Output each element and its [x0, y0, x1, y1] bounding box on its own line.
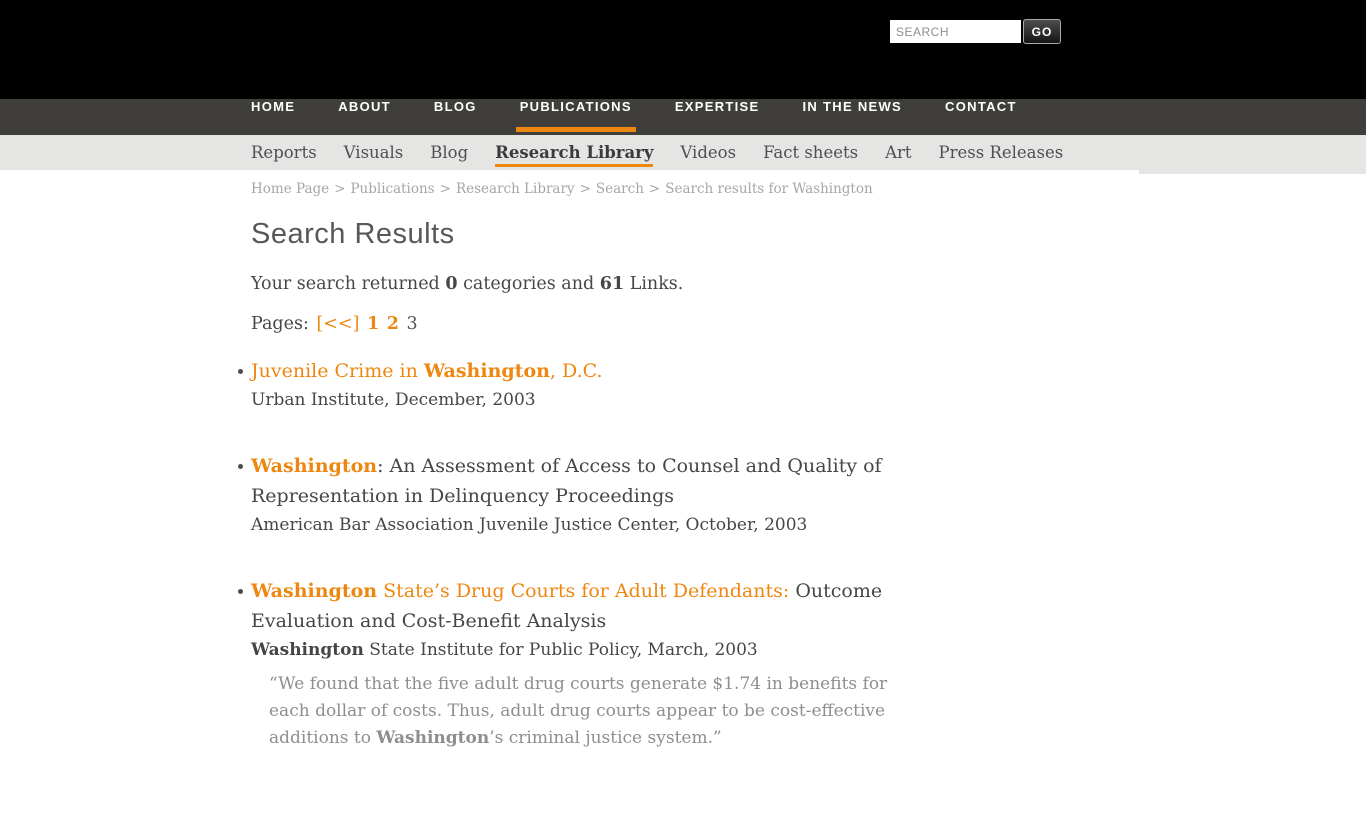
sub-nav: Reports Visuals Blog Research Library Vi… — [0, 135, 1366, 170]
results-list: Juvenile Crime in Washington, D.C. Urban… — [238, 356, 1115, 752]
subnav-item-visuals[interactable]: Visuals — [344, 135, 404, 170]
result-3-quote-match: Washington — [376, 728, 490, 748]
result-3-title: Washington State’s Drug Courts for Adult… — [251, 576, 891, 636]
pagination-label: Pages: — [251, 314, 309, 334]
nav-item-in-the-news[interactable]: IN THE NEWS — [803, 99, 903, 135]
bullet-icon — [238, 369, 243, 374]
result-1-title-post: , D.C. — [549, 360, 603, 382]
result-1-title-match: Washington — [423, 360, 550, 382]
result-2-title-link[interactable]: Washington — [251, 455, 377, 477]
bullet-icon — [238, 464, 243, 469]
categories-count: 0 — [445, 274, 458, 294]
breadcrumb-link-publications[interactable]: Publications — [350, 181, 434, 197]
result-3-source: Washington State Institute for Public Po… — [251, 636, 901, 665]
top-header: GO — [0, 0, 1366, 99]
summary-prefix: Your search returned — [251, 274, 446, 294]
site-search: GO — [890, 19, 1061, 44]
main-nav: HOME ABOUT BLOG PUBLICATIONS EXPERTISE I… — [0, 99, 1366, 135]
breadcrumb-current: Search results for Washington — [665, 181, 873, 197]
result-3-quote-post: ’s criminal justice system.” — [489, 728, 722, 748]
result-3-title-match: Washington — [251, 580, 378, 602]
bullet-icon — [238, 589, 243, 594]
subnav-item-fact-sheets[interactable]: Fact sheets — [763, 135, 858, 170]
breadcrumb-link-search[interactable]: Search — [596, 181, 644, 197]
result-2-source-text: American Bar Association Juvenile Justic… — [251, 515, 808, 535]
nav-item-about[interactable]: ABOUT — [338, 99, 391, 135]
result-1-title-pre: Juvenile Crime in — [251, 360, 424, 382]
search-go-button[interactable]: GO — [1023, 19, 1061, 44]
nav-item-contact[interactable]: CONTACT — [945, 99, 1017, 135]
subnav-item-blog[interactable]: Blog — [430, 135, 468, 170]
page: GO HOME ABOUT BLOG PUBLICATIONS EXPERTIS… — [0, 0, 1366, 818]
links-count: 61 — [599, 274, 625, 294]
subnav-item-art[interactable]: Art — [885, 135, 911, 170]
nav-item-home[interactable]: HOME — [251, 99, 295, 135]
search-result-3: Washington State’s Drug Courts for Adult… — [238, 576, 901, 752]
result-1-title-link[interactable]: Juvenile Crime in Washington, D.C. — [251, 360, 603, 382]
subnav-item-research-library[interactable]: Research Library — [495, 135, 654, 170]
breadcrumb: Home Page > Publications > Research Library >… — [251, 180, 1115, 198]
summary-suffix: Links. — [624, 274, 684, 294]
page-title: Search Results — [251, 218, 455, 250]
nav-item-expertise[interactable]: EXPERTISE — [675, 99, 760, 135]
sub-nav-inner: Reports Visuals Blog Research Library Vi… — [227, 135, 1139, 170]
main-nav-inner: HOME ABOUT BLOG PUBLICATIONS EXPERTISE I… — [227, 99, 1139, 135]
search-input[interactable] — [890, 20, 1021, 43]
content: Home Page > Publications > Research Library >… — [227, 170, 1139, 818]
breadcrumb-separator: > — [648, 181, 661, 197]
subnav-item-press-releases[interactable]: Press Releases — [939, 135, 1064, 170]
search-result-1: Juvenile Crime in Washington, D.C. Urban… — [238, 356, 901, 415]
subnav-tail-decoration — [1139, 170, 1366, 174]
pagination-prev-link[interactable]: [<<] — [316, 314, 359, 334]
pagination-page-1-link[interactable]: 1 — [367, 314, 379, 334]
result-2-title: Washington: An Assessment of Access to C… — [251, 451, 891, 511]
result-3-source-match: Washington — [251, 640, 364, 660]
nav-item-blog[interactable]: BLOG — [434, 99, 477, 135]
search-result-2: Washington: An Assessment of Access to C… — [238, 451, 901, 540]
breadcrumb-link-home-page[interactable]: Home Page — [251, 181, 329, 197]
pagination-current-page: 3 — [406, 314, 418, 334]
result-3-title-link[interactable]: Washington State’s Drug Courts for Adult… — [251, 580, 789, 602]
result-3-quote: “We found that the five adult drug court… — [269, 671, 899, 752]
breadcrumb-separator: > — [439, 181, 451, 197]
result-3-title-post: State’s Drug Courts for Adult Defendants… — [377, 580, 790, 602]
nav-item-publications[interactable]: PUBLICATIONS — [515, 99, 636, 135]
result-3-source-text: State Institute for Public Policy, March… — [363, 640, 758, 660]
result-2-source: American Bar Association Juvenile Justic… — [251, 511, 901, 540]
result-1-source-text: Urban Institute, December, 2003 — [251, 390, 536, 410]
summary-middle: categories and — [457, 274, 600, 294]
result-2-title-match: Washington — [251, 455, 378, 477]
pagination-page-2-link[interactable]: 2 — [387, 314, 399, 334]
breadcrumb-separator: > — [579, 181, 591, 197]
breadcrumb-link-research-library[interactable]: Research Library — [456, 181, 575, 197]
subnav-item-reports[interactable]: Reports — [251, 135, 317, 170]
breadcrumb-separator: > — [334, 181, 346, 197]
subnav-item-videos[interactable]: Videos — [680, 135, 736, 170]
result-1-source: Urban Institute, December, 2003 — [251, 386, 901, 415]
pagination: Pages: [<<] 1 2 3 — [251, 312, 1115, 336]
result-1-title: Juvenile Crime in Washington, D.C. — [251, 356, 891, 386]
results-summary: Your search returned 0 categories and 61… — [251, 272, 1115, 296]
